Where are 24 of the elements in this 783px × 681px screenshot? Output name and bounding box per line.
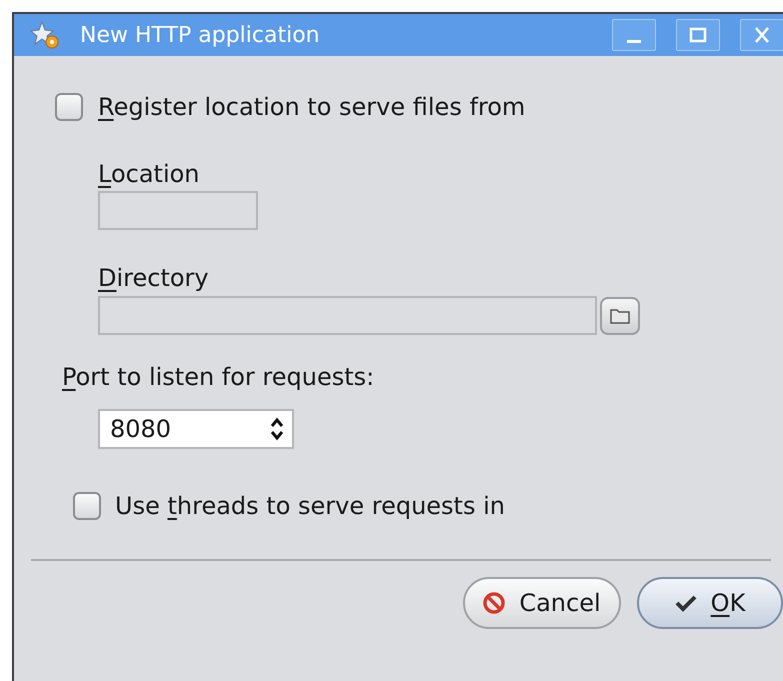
checkbox-label: Use threads to serve requests in — [115, 491, 505, 522]
folder-icon — [609, 306, 631, 324]
close-icon — [752, 26, 772, 44]
window-title: New HTTP application — [80, 22, 321, 50]
directory-label: Directory — [98, 263, 210, 290]
cancel-button[interactable]: Cancel — [463, 577, 621, 629]
port-spinbox[interactable]: 8080 — [98, 409, 294, 449]
port-label: Port to listen for requests: — [62, 362, 376, 389]
maximize-icon — [688, 26, 708, 44]
checkmark-icon — [674, 594, 697, 612]
spin-arrows-icon — [270, 417, 284, 441]
spinbox-value: 8080 — [110, 414, 172, 445]
minimize-button[interactable] — [612, 19, 656, 51]
checkbox-label: Register location to serve files from — [98, 92, 526, 123]
maximize-button[interactable] — [676, 19, 720, 51]
close-button[interactable] — [740, 19, 783, 51]
checkbox[interactable] — [55, 93, 83, 121]
checkbox[interactable] — [73, 492, 101, 520]
browse-folder-button[interactable] — [600, 296, 640, 334]
gear-star-icon — [30, 20, 60, 50]
minimize-icon — [627, 40, 641, 42]
ok-button[interactable]: OK — [637, 577, 783, 629]
location-label: Location — [98, 159, 201, 186]
no-entry-icon — [483, 592, 506, 614]
